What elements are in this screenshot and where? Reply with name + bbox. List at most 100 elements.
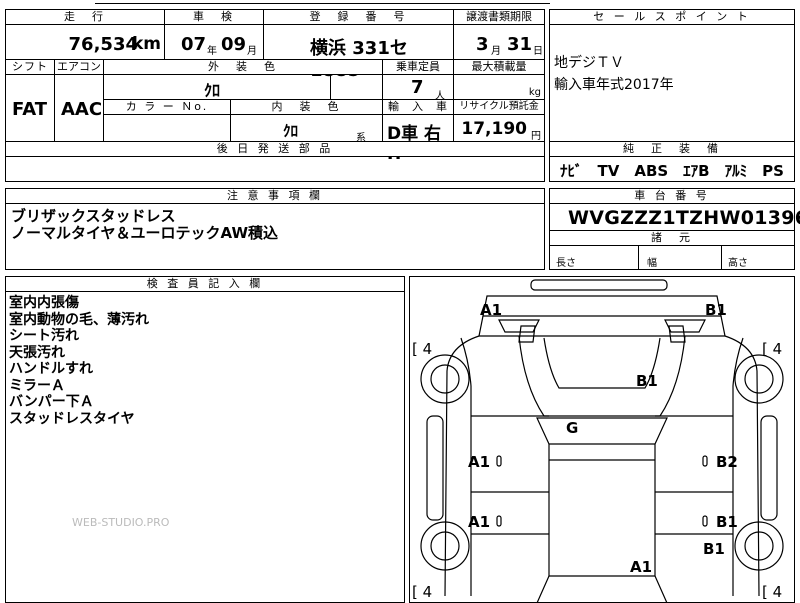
tire-front-right-value: 4 bbox=[772, 340, 783, 358]
skirt-right bbox=[760, 415, 778, 521]
selling-points-header: セ ー ル ス ポ イ ン ト bbox=[549, 9, 795, 25]
length-cell: 長さ bbox=[549, 245, 639, 270]
mark-roof: G bbox=[566, 419, 579, 437]
notes-cell: ブリザックスタッドレス ノーマルタイヤ＆ユーロテックAW積込 bbox=[5, 203, 545, 270]
notes-header: 注 意 事 項 欄 bbox=[5, 188, 545, 204]
front-bumper bbox=[482, 295, 722, 317]
mirror-left bbox=[518, 325, 536, 343]
inspector-line: スタッドレスタイヤ bbox=[9, 410, 135, 427]
hood bbox=[518, 335, 686, 417]
dims-header: 諸 元 bbox=[549, 230, 795, 246]
mark-front-left: A1 bbox=[480, 301, 503, 319]
exterior-color-sub-cell bbox=[330, 74, 383, 100]
front-plate bbox=[530, 279, 668, 291]
watermark: WEB-STUDIO.PRO bbox=[72, 516, 170, 529]
capacity-value: 7 bbox=[411, 77, 424, 98]
exterior-color-header: 外 装 色 bbox=[103, 59, 383, 75]
inspector-list: 室内内張傷 室内動物の毛、薄汚れ シート汚れ 天張汚れ ハンドルすれ ミラーＡ … bbox=[9, 295, 149, 427]
transfer-month-unit: 月 bbox=[491, 46, 501, 57]
mark-right-rear-quarter: B1 bbox=[703, 540, 725, 558]
transfer-month: 3 bbox=[476, 34, 489, 55]
capacity-header: 乗車定員 bbox=[382, 59, 454, 75]
door-handle-rr bbox=[702, 515, 708, 527]
shift-value: FAT bbox=[12, 99, 48, 120]
shift-cell: FAT bbox=[5, 74, 55, 142]
tire-rear-right: [ 4 bbox=[762, 583, 783, 601]
mileage-cell: 76,534 km bbox=[5, 24, 165, 60]
wheel-front-right bbox=[734, 354, 784, 404]
inspector-line: 室内動物の毛、薄汚れ bbox=[9, 311, 149, 328]
length-label: 長さ bbox=[556, 258, 576, 269]
note-line: ブリザックスタッドレス bbox=[11, 207, 176, 225]
tire-front-left: [ 4 bbox=[412, 340, 433, 358]
skirt-left bbox=[426, 415, 444, 521]
color-no-cell bbox=[103, 114, 231, 142]
mark-rear: A1 bbox=[630, 558, 653, 576]
rear-window bbox=[536, 575, 668, 603]
import-header: 輸 入 車 bbox=[382, 99, 454, 115]
chassis-cell: WVGZZZ1TZHW013969 bbox=[549, 203, 800, 231]
mirror-right bbox=[668, 325, 686, 343]
chassis-value: WVGZZZ1TZHW013969 bbox=[568, 207, 800, 229]
mark-left-rear-door: A1 bbox=[468, 513, 491, 531]
selling-point-line: 輸入車年式2017年 bbox=[554, 77, 674, 93]
transfer-header: 譲渡書類期限 bbox=[453, 9, 545, 25]
inspection-year-unit: 年 bbox=[207, 46, 217, 57]
inspector-cell: 室内内張傷 室内動物の毛、薄汚れ シート汚れ 天張汚れ ハンドルすれ ミラーＡ … bbox=[5, 291, 405, 603]
import-cell: D車 右H bbox=[382, 114, 454, 164]
later-parts-cell bbox=[5, 156, 545, 182]
windshield bbox=[536, 417, 668, 445]
equipment-header: 純 正 装 備 bbox=[549, 141, 795, 157]
inspection-month: 09 bbox=[221, 34, 247, 55]
transfer-cell: 3 月 31 日 bbox=[453, 24, 545, 60]
inspection-year: 07 bbox=[181, 34, 207, 55]
wheel-front-right-inner bbox=[744, 364, 774, 394]
mark-right-front-door: B2 bbox=[716, 453, 738, 471]
wheel-front-left bbox=[420, 354, 470, 404]
aircon-cell: AAC bbox=[54, 74, 104, 142]
width-cell: 幅 bbox=[638, 245, 722, 270]
inspector-line: ミラーＡ bbox=[9, 377, 65, 394]
equipment-value: ﾅﾋﾞ TV ABS ｴｱB ｱﾙﾐ PS PW bbox=[560, 162, 800, 180]
inspector-line: シート汚れ bbox=[9, 328, 79, 344]
front-grille bbox=[478, 315, 726, 337]
registration-cell: 横浜 331セ1885 bbox=[263, 24, 454, 81]
interior-color-header: 内 装 色 bbox=[230, 99, 383, 115]
shift-header: シフト bbox=[5, 59, 55, 75]
door-handle-rf bbox=[702, 455, 708, 467]
inspector-header: 検 査 員 記 入 欄 bbox=[5, 276, 405, 292]
interior-color-cell: ｸﾛ 系 bbox=[230, 114, 383, 144]
chassis-header: 車 台 番 号 bbox=[549, 188, 795, 204]
selling-point-line: 地デジＴＶ bbox=[554, 55, 624, 71]
aircon-value: AAC bbox=[61, 99, 103, 120]
tire-rear-right-value: 4 bbox=[772, 583, 783, 601]
mark-front-right: B1 bbox=[705, 301, 727, 319]
mileage-header: 走 行 bbox=[5, 9, 165, 25]
tire-front-right: [ 4 bbox=[762, 340, 783, 358]
selling-points-cell: 地デジＴＶ 輸入車年式2017年 bbox=[549, 24, 795, 142]
height-cell: 高さ bbox=[721, 245, 795, 270]
door-handle-lf bbox=[496, 455, 502, 467]
tire-rear-left-value: 4 bbox=[422, 583, 433, 601]
transfer-day: 31 bbox=[507, 34, 533, 55]
inspection-month-unit: 月 bbox=[247, 46, 257, 57]
recycle-cell: 17,190 円 bbox=[453, 114, 545, 142]
inspector-line: バンパー下Ａ bbox=[9, 394, 94, 410]
door-handle-lr bbox=[496, 515, 502, 527]
recycle-unit: 円 bbox=[531, 131, 541, 142]
interior-color-value: ｸﾛ bbox=[283, 122, 299, 140]
car-diagram: A1 B1 B1 G A1 A1 B2 B1 B1 A1 [ 4 [ 4 [ 4… bbox=[409, 276, 795, 603]
top-stub bbox=[95, 0, 550, 4]
mark-left-front-door: A1 bbox=[468, 453, 491, 471]
transfer-day-unit: 日 bbox=[533, 46, 543, 57]
car-outline bbox=[420, 279, 784, 603]
equipment-cell: ﾅﾋﾞ TV ABS ｴｱB ｱﾙﾐ PS PW bbox=[549, 156, 800, 182]
later-parts-header: 後 日 発 送 部 品 bbox=[5, 141, 545, 157]
registration-header: 登 録 番 号 bbox=[263, 9, 454, 25]
tire-front-left-value: 4 bbox=[422, 340, 433, 358]
wheel-front-left-inner bbox=[430, 364, 460, 394]
mileage-value: 76,534 bbox=[68, 34, 138, 55]
mark-hood: B1 bbox=[636, 372, 658, 390]
recycle-value: 17,190 bbox=[461, 119, 527, 139]
inspection-cell: 07 年 09 月 bbox=[164, 24, 264, 60]
